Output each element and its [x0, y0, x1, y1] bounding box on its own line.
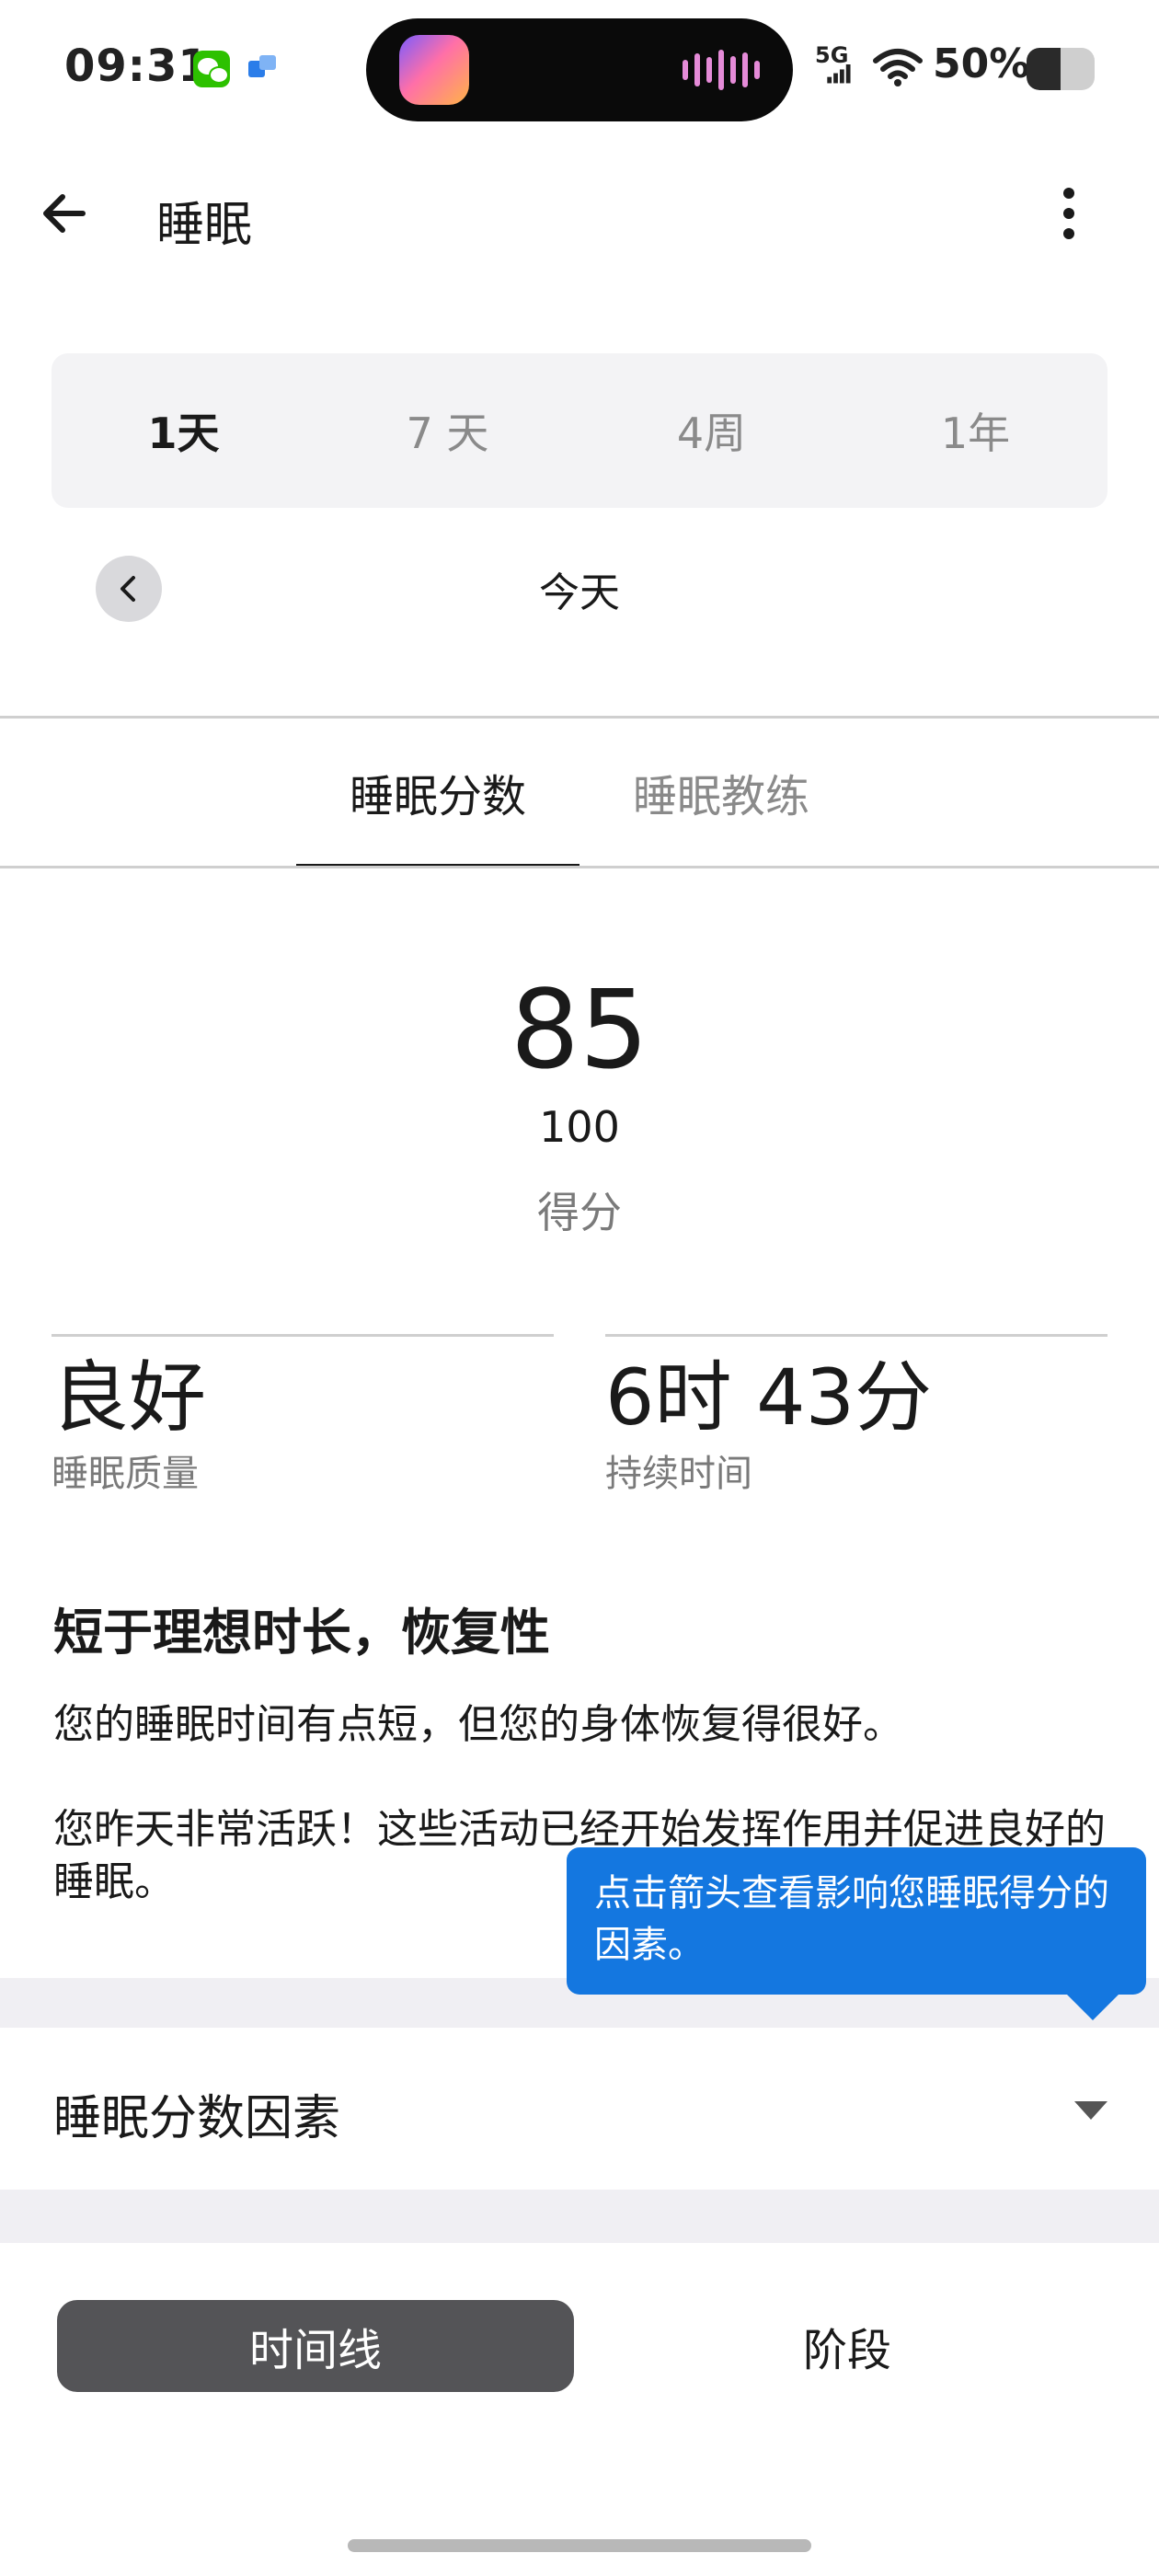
status-bar: 09:31 5G 50% — [0, 0, 1159, 138]
sleep-quality-stat: 良好 睡眠质量 — [52, 1334, 554, 1497]
page-title: 睡眠 — [156, 198, 253, 253]
chevron-down-icon[interactable] — [1074, 2101, 1107, 2120]
date-navigation: 今天 — [0, 545, 1159, 627]
dynamic-island[interactable] — [366, 18, 793, 121]
content-tabs: 睡眠分数 睡眠教练 — [0, 719, 1159, 868]
factors-label: 睡眠分数因素 — [53, 2091, 341, 2146]
wechat-icon — [193, 51, 230, 87]
app-notification-icon — [248, 55, 278, 83]
range-tab-1-year[interactable]: 1年 — [843, 353, 1107, 508]
app-bar: 睡眠 — [0, 138, 1159, 285]
status-time: 09:31 — [64, 40, 210, 92]
timeline-toggle-button[interactable]: 时间线 — [57, 2300, 574, 2392]
sleep-score-value: 85 — [510, 966, 649, 1093]
factors-tooltip[interactable]: 点击箭头查看影响您睡眠得分的因素。 — [567, 1847, 1146, 1995]
tab-sleep-coach[interactable]: 睡眠教练 — [580, 719, 863, 866]
sleep-duration-value: 6时 43分 — [605, 1352, 933, 1443]
range-tab-1-day[interactable]: 1天 — [52, 353, 316, 508]
more-dot — [1063, 228, 1074, 239]
section-separator — [0, 2190, 1159, 2243]
wifi-icon — [873, 49, 923, 86]
sleep-duration-stat: 6时 43分 持续时间 — [605, 1334, 1107, 1497]
view-toggle: 时间线 阶段 — [57, 2300, 1106, 2392]
signal-icon — [827, 64, 851, 84]
insight-paragraph: 您的睡眠时间有点短，但您的身体恢复得很好。 — [53, 1701, 903, 1748]
more-dot — [1063, 208, 1074, 219]
sleep-score-max: 100 — [539, 1102, 620, 1152]
sleep-quality-value: 良好 — [52, 1352, 207, 1443]
battery-level — [1027, 48, 1061, 90]
date-label: 今天 — [539, 569, 620, 616]
divider — [0, 866, 1159, 868]
album-art[interactable] — [399, 35, 469, 105]
sleep-quality-caption: 睡眠质量 — [52, 1453, 199, 1496]
audio-wave-icon — [683, 48, 760, 92]
range-tab-7-days[interactable]: 7 天 — [316, 353, 580, 508]
battery-icon — [1027, 48, 1095, 90]
range-selector: 1天 7 天 4周 1年 — [52, 353, 1107, 508]
insight-title: 短于理想时长，恢复性 — [53, 1604, 550, 1662]
battery-percentage: 50% — [933, 40, 1030, 87]
tab-sleep-score[interactable]: 睡眠分数 — [296, 719, 580, 866]
back-button[interactable] — [26, 175, 103, 252]
stat-divider — [605, 1334, 1107, 1337]
more-vertical-icon — [1063, 188, 1074, 199]
stages-toggle-button[interactable]: 阶段 — [589, 2300, 1106, 2392]
sleep-page: 09:31 5G 50% 睡眠 1天 7 天 4周 1年 今天 睡眠分数 睡眠教… — [0, 0, 1159, 2576]
more-button[interactable] — [1030, 175, 1107, 252]
sleep-score-factors-row[interactable]: 睡眠分数因素 — [0, 2028, 1159, 2190]
sleep-score-label: 得分 — [537, 1188, 622, 1237]
home-indicator[interactable] — [348, 2539, 811, 2552]
range-tab-4-weeks[interactable]: 4周 — [580, 353, 843, 508]
sleep-duration-caption: 持续时间 — [605, 1453, 752, 1496]
stat-divider — [52, 1334, 554, 1337]
arrow-left-icon — [43, 194, 86, 233]
tooltip-pointer — [1065, 1993, 1120, 2020]
